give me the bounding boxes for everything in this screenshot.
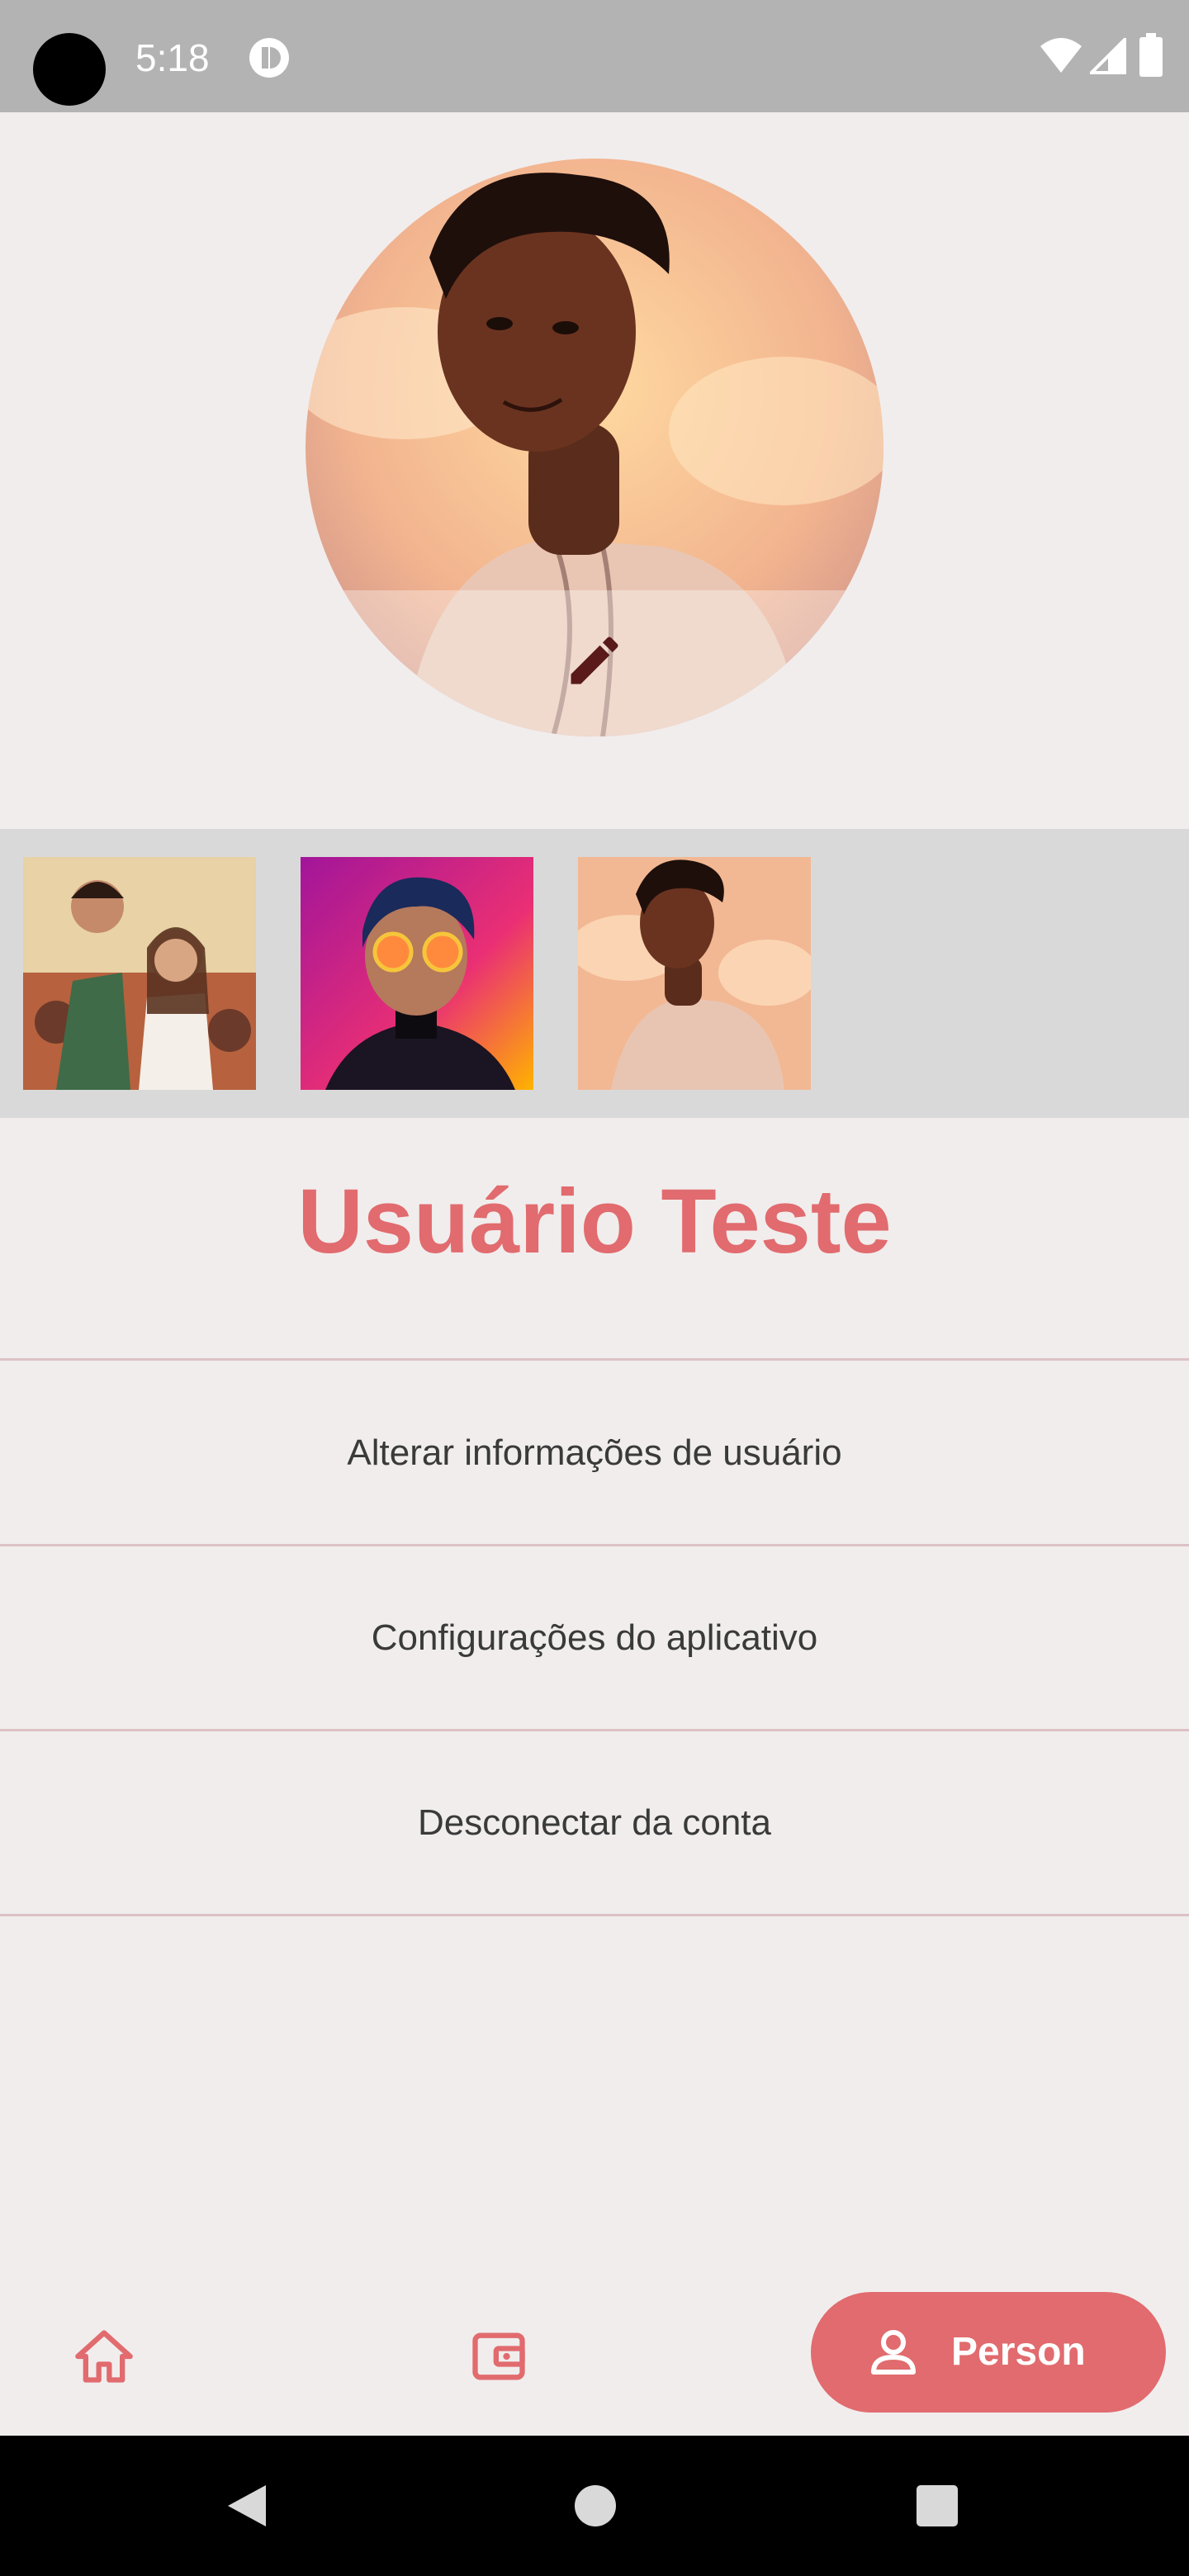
battery-icon — [1139, 33, 1163, 77]
avatar-option-hoodie[interactable] — [578, 857, 811, 1090]
avatar[interactable] — [306, 159, 883, 736]
wifi-icon — [1040, 38, 1082, 73]
avatar-option-sunglasses[interactable] — [301, 857, 533, 1090]
back-icon[interactable] — [223, 2482, 271, 2530]
signal-icon — [1090, 38, 1126, 74]
avatar-gallery — [0, 829, 1189, 1118]
system-navigation-bar — [0, 2436, 1189, 2576]
divider — [0, 1914, 1189, 1916]
wallet-icon[interactable] — [467, 2325, 530, 2388]
pencil-icon[interactable] — [563, 629, 626, 692]
nav-person-label: Person — [951, 2330, 1086, 2374]
divider — [0, 1544, 1189, 1546]
menu-item-app-settings[interactable]: Configurações do aplicativo — [0, 1547, 1189, 1729]
app-notification-icon — [249, 38, 289, 78]
person-icon — [871, 2330, 916, 2375]
recents-icon[interactable] — [915, 2484, 959, 2528]
avatar-option-group[interactable] — [23, 857, 256, 1090]
status-bar: 5:18 — [0, 0, 1189, 112]
divider — [0, 1358, 1189, 1361]
menu-item-logout[interactable]: Desconectar da conta — [0, 1732, 1189, 1914]
home-icon[interactable] — [73, 2325, 135, 2388]
camera-cutout — [33, 33, 106, 106]
bottom-navigation: Person — [0, 2279, 1189, 2436]
divider — [0, 1729, 1189, 1731]
home-circle-icon[interactable] — [573, 2484, 618, 2528]
status-time: 5:18 — [135, 36, 210, 79]
menu-item-edit-user-info[interactable]: Alterar informações de usuário — [0, 1362, 1189, 1544]
nav-person-button[interactable]: Person — [811, 2292, 1166, 2413]
username-title: Usuário Teste — [297, 1171, 892, 1272]
